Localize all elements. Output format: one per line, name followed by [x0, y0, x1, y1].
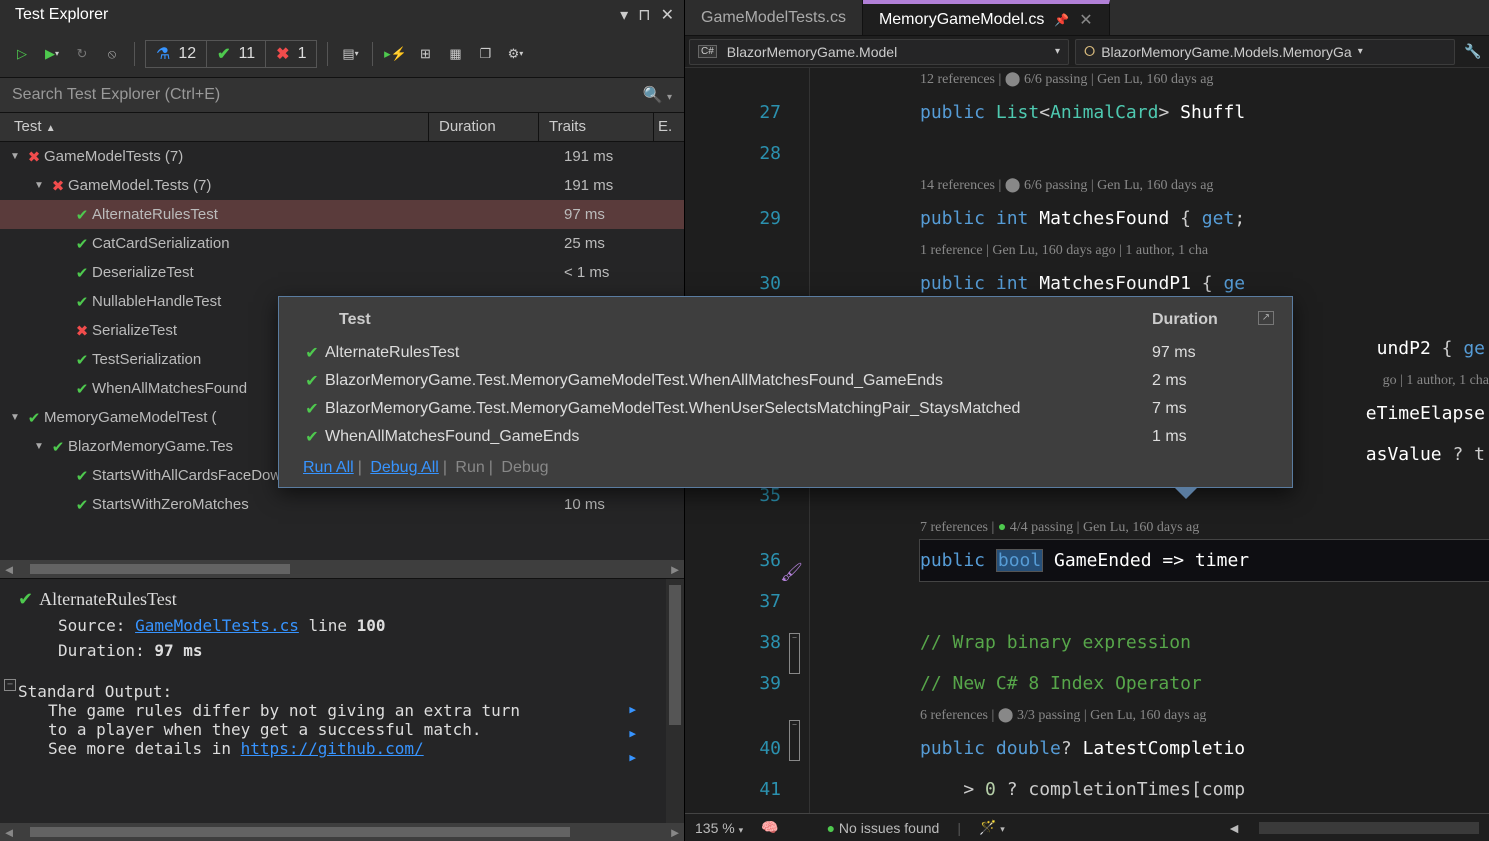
- columns-button[interactable]: ▦: [443, 42, 467, 66]
- total-count[interactable]: ⚗12: [146, 41, 207, 67]
- columns-header: Test ▲ Duration Traits E.: [0, 112, 684, 142]
- popout-icon[interactable]: ↗: [1258, 311, 1274, 325]
- status-bar: 135 % ▾ 🧠 ● No issues found | 🪄 ▾ ◄: [685, 813, 1489, 841]
- test-detail: ✔ AlternateRulesTest Source: GameModelTe…: [0, 578, 684, 823]
- popup-actions: Run All| Debug All| Run| Debug: [299, 459, 1272, 477]
- col-traits[interactable]: Traits: [539, 113, 654, 141]
- zoom-level[interactable]: 135 % ▾: [695, 820, 743, 836]
- run-all-button[interactable]: ▷: [10, 42, 34, 66]
- group-button[interactable]: ⊞: [413, 42, 437, 66]
- test-row[interactable]: ✔StartsWithZeroMatches10 ms: [0, 490, 684, 519]
- popup-col-duration: Duration: [1152, 311, 1272, 329]
- passed-count[interactable]: ✔11: [207, 41, 266, 67]
- close-icon[interactable]: ✕: [1079, 10, 1092, 30]
- fold-icon[interactable]: −: [789, 720, 800, 761]
- run-button[interactable]: ▶▾: [40, 42, 64, 66]
- panel-title: Test Explorer: [15, 6, 108, 24]
- detail-name: AlternateRulesTest: [39, 589, 177, 610]
- breadcrumb: C# BlazorMemoryGame.Model ▾ ⭘ BlazorMemo…: [685, 36, 1489, 68]
- test-row[interactable]: ✔AlternateRulesTest97 ms: [0, 200, 684, 229]
- hscroll[interactable]: ◄ ►: [0, 560, 684, 578]
- test-explorer-toolbar: ▷ ▶▾ ↻ ⦸ ⚗12 ✔11 ✖1 ▤▾ ▸⚡ ⊞ ▦ ❐ ⚙▾: [0, 30, 684, 78]
- crumb-class[interactable]: ⭘ BlazorMemoryGame.Models.MemoryGa ▾: [1075, 39, 1455, 65]
- run-link: Run: [455, 459, 484, 476]
- repeat-button[interactable]: ↻: [70, 42, 94, 66]
- flash-button[interactable]: ▸⚡: [383, 42, 407, 66]
- col-duration[interactable]: Duration: [429, 113, 539, 141]
- debug-all-link[interactable]: Debug All: [370, 459, 439, 476]
- issues-indicator[interactable]: ● No issues found: [827, 820, 940, 836]
- codelens-popup: ↗ Test Duration ✔AlternateRulesTest97 ms…: [278, 296, 1293, 488]
- search-icon[interactable]: 🔍: [643, 87, 663, 104]
- source-link[interactable]: GameModelTests.cs: [135, 616, 299, 635]
- dropdown-icon[interactable]: ▾: [620, 5, 628, 25]
- stop-button[interactable]: ⦸: [100, 42, 124, 66]
- col-test[interactable]: Test ▲: [0, 113, 429, 141]
- editor-tabs: GameModelTests.cs MemoryGameModel.cs 📌 ✕: [685, 0, 1489, 36]
- tab-memorygamemodel[interactable]: MemoryGameModel.cs 📌 ✕: [863, 0, 1110, 35]
- popup-row[interactable]: ✔BlazorMemoryGame.Test.MemoryGameModelTe…: [299, 367, 1272, 395]
- col-error[interactable]: E.: [654, 113, 684, 141]
- wrench-icon[interactable]: 🔧: [1461, 40, 1485, 64]
- run-all-link[interactable]: Run All: [303, 459, 354, 476]
- pin-icon[interactable]: 📌: [1054, 13, 1069, 27]
- github-link[interactable]: https://github.com/: [241, 739, 424, 758]
- popup-row[interactable]: ✔WhenAllMatchesFound_GameEnds1 ms: [299, 423, 1272, 451]
- failed-count[interactable]: ✖1: [266, 41, 316, 67]
- brain-icon[interactable]: 🧠: [761, 819, 778, 836]
- search-bar[interactable]: Search Test Explorer (Ctrl+E) 🔍 ▾: [0, 78, 684, 112]
- wand-icon[interactable]: 🪄 ▾: [979, 819, 1005, 836]
- detail-hscroll[interactable]: ◄ ►: [0, 823, 684, 841]
- collapse-icon[interactable]: −: [4, 679, 16, 691]
- popup-row[interactable]: ✔AlternateRulesTest97 ms: [299, 339, 1272, 367]
- close-icon[interactable]: ✕: [661, 5, 674, 25]
- test-row[interactable]: ▼✖GameModelTests (7)191 ms: [0, 142, 684, 171]
- test-explorer-header: Test Explorer ▾ ⊓ ✕: [0, 0, 684, 30]
- crumb-namespace[interactable]: C# BlazorMemoryGame.Model ▾: [689, 39, 1069, 65]
- pin-icon[interactable]: ⊓: [638, 5, 650, 25]
- test-row[interactable]: ✔DeserializeTest< 1 ms: [0, 258, 684, 287]
- tab-gamemodeltests[interactable]: GameModelTests.cs: [685, 0, 863, 35]
- test-counts: ⚗12 ✔11 ✖1: [145, 40, 317, 68]
- fold-icon[interactable]: −: [789, 633, 800, 674]
- test-row[interactable]: ✔CatCardSerialization25 ms: [0, 229, 684, 258]
- hscroll-left[interactable]: ◄: [1227, 820, 1241, 836]
- search-placeholder: Search Test Explorer (Ctrl+E): [12, 86, 220, 104]
- debug-link: Debug: [501, 459, 548, 476]
- settings-button[interactable]: ⚙▾: [503, 42, 527, 66]
- stdout-label: Standard Output:: [18, 682, 666, 701]
- playlist-button[interactable]: ▤▾: [338, 42, 362, 66]
- test-row[interactable]: ▼✖GameModel.Tests (7)191 ms: [0, 171, 684, 200]
- popup-row[interactable]: ✔BlazorMemoryGame.Test.MemoryGameModelTe…: [299, 395, 1272, 423]
- windows-button[interactable]: ❐: [473, 42, 497, 66]
- popup-col-test: Test: [299, 311, 1152, 329]
